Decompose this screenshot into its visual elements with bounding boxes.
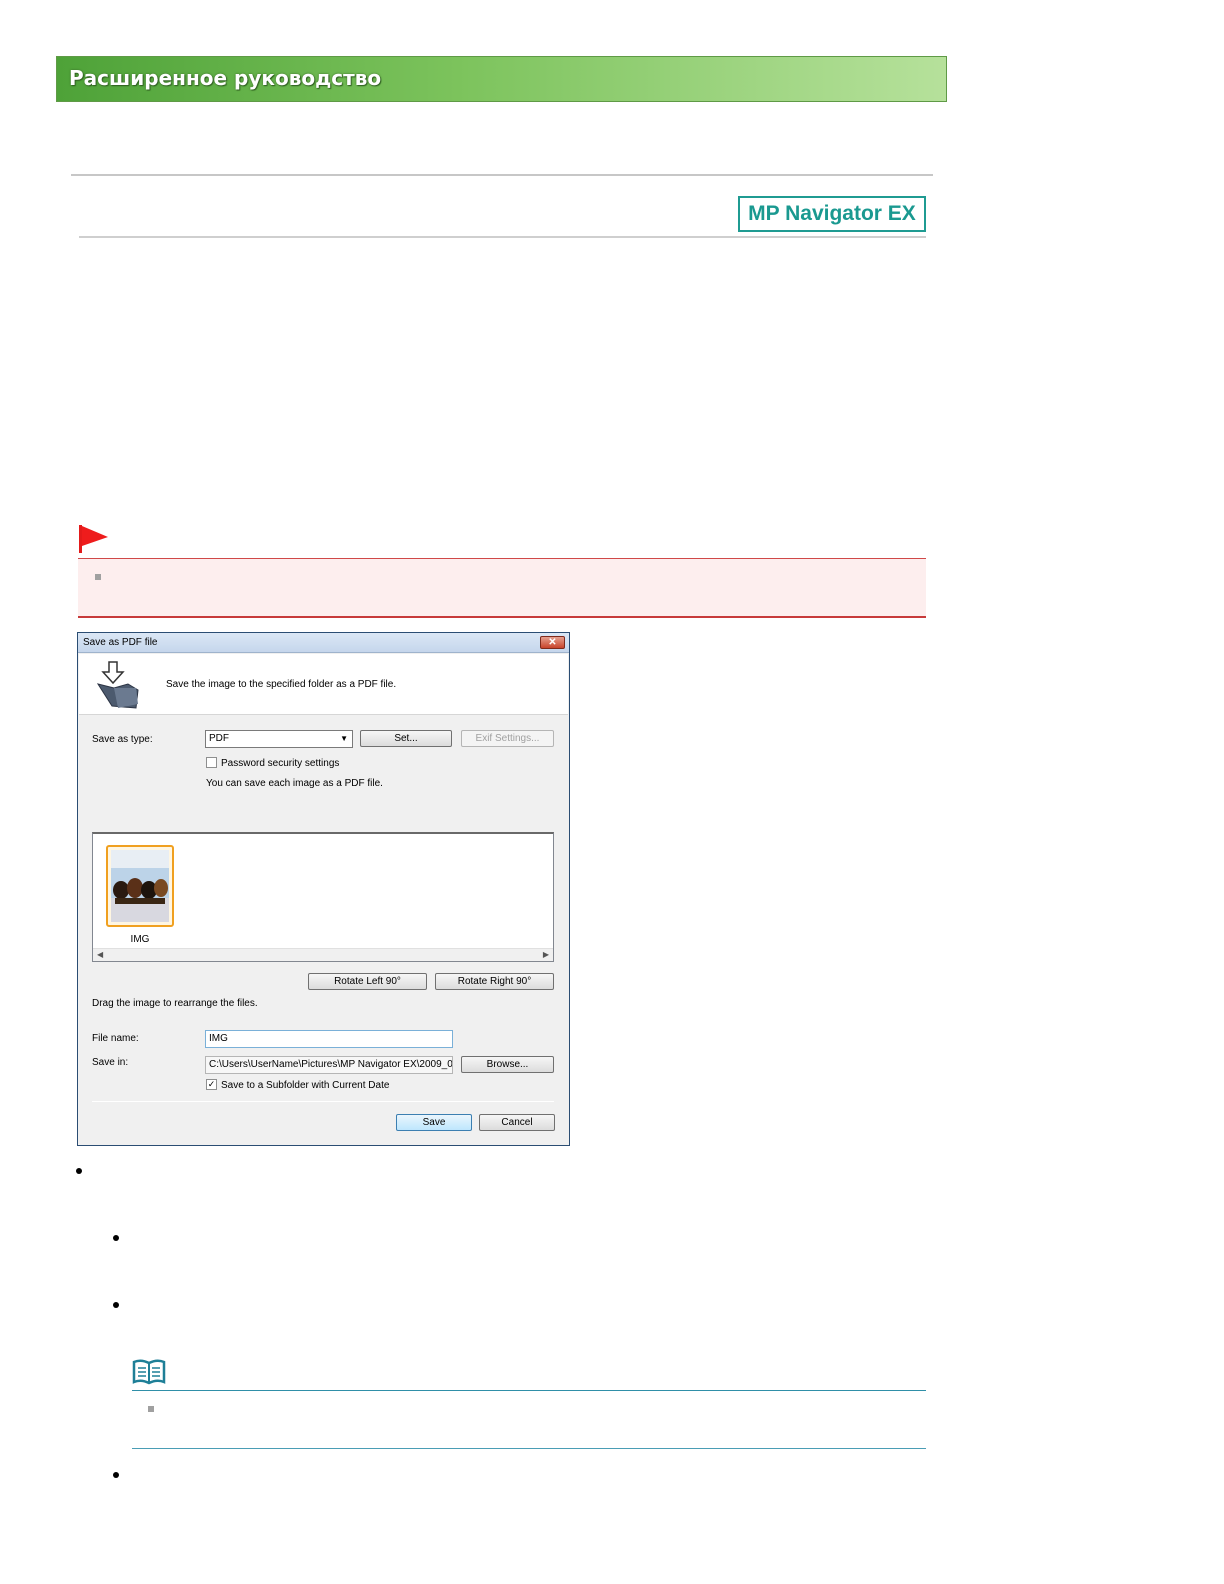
list-bullet-icon bbox=[76, 1168, 82, 1174]
rotate-left-button[interactable]: Rotate Left 90° bbox=[308, 973, 427, 990]
save-folder-icon bbox=[96, 661, 139, 709]
note-divider-top bbox=[132, 1390, 926, 1391]
chevron-down-icon: ▼ bbox=[340, 734, 348, 743]
image-thumbnail[interactable] bbox=[106, 845, 174, 927]
list-bullet-icon bbox=[113, 1235, 119, 1241]
rotate-right-button[interactable]: Rotate Right 90° bbox=[435, 973, 554, 990]
photo-icon bbox=[111, 850, 169, 922]
product-logo: MP Navigator EX bbox=[738, 196, 926, 232]
header-divider-bottom bbox=[79, 236, 926, 238]
file-name-input[interactable]: IMG bbox=[205, 1030, 453, 1048]
subfolder-checkbox[interactable]: ✓ bbox=[206, 1079, 217, 1090]
save-as-type-select[interactable]: PDF ▼ bbox=[205, 730, 353, 748]
drag-hint: Drag the image to rearrange the files. bbox=[92, 998, 258, 1009]
cancel-button[interactable]: Cancel bbox=[479, 1114, 555, 1131]
save-in-label: Save in: bbox=[92, 1057, 129, 1068]
set-button[interactable]: Set... bbox=[360, 730, 452, 747]
save-as-type-value: PDF bbox=[209, 733, 229, 744]
dialog-title: Save as PDF file bbox=[83, 637, 158, 648]
info-text: You can save each image as a PDF file. bbox=[206, 778, 383, 789]
note-divider-bottom bbox=[132, 1448, 926, 1449]
password-checkbox[interactable] bbox=[206, 757, 217, 768]
list-bullet-icon bbox=[113, 1302, 119, 1308]
save-in-path: C:\Users\UserName\Pictures\MP Navigator … bbox=[205, 1056, 453, 1074]
important-flag-icon bbox=[79, 525, 108, 553]
manual-banner: Расширенное руководство bbox=[56, 56, 947, 102]
exif-settings-button[interactable]: Exif Settings... bbox=[461, 730, 554, 747]
header-divider-top bbox=[71, 174, 933, 176]
close-button[interactable]: ✕ bbox=[540, 636, 565, 649]
file-name-label: File name: bbox=[92, 1033, 139, 1044]
dialog-titlebar: Save as PDF file ✕ bbox=[78, 633, 569, 653]
notice-bullet-icon bbox=[95, 574, 101, 580]
note-bullet-icon bbox=[148, 1406, 154, 1412]
save-button[interactable]: Save bbox=[396, 1114, 472, 1131]
dialog-header: Save the image to the specified folder a… bbox=[79, 654, 568, 715]
save-as-type-label: Save as type: bbox=[92, 734, 153, 745]
thumbnail-label: IMG bbox=[130, 934, 150, 945]
dogs-photo bbox=[111, 850, 169, 922]
browse-button[interactable]: Browse... bbox=[461, 1056, 554, 1073]
banner-title: Расширенное руководство bbox=[69, 66, 382, 90]
save-as-pdf-dialog: Save as PDF file ✕ Save the image to the… bbox=[77, 632, 570, 1146]
note-book-icon bbox=[132, 1359, 166, 1385]
list-bullet-icon bbox=[113, 1472, 119, 1478]
checkmark-icon: ✓ bbox=[207, 1079, 216, 1089]
horizontal-scrollbar[interactable]: ◀ ▶ bbox=[93, 948, 553, 961]
dialog-divider bbox=[92, 1101, 554, 1102]
close-icon: ✕ bbox=[548, 637, 557, 648]
scroll-right-icon[interactable]: ▶ bbox=[543, 950, 549, 959]
subfolder-checkbox-label: Save to a Subfolder with Current Date bbox=[221, 1080, 390, 1091]
password-checkbox-label: Password security settings bbox=[221, 758, 340, 769]
image-file-list[interactable]: IMG ◀ ▶ bbox=[92, 832, 554, 962]
dialog-description: Save the image to the specified folder a… bbox=[166, 679, 397, 690]
scroll-left-icon[interactable]: ◀ bbox=[97, 950, 103, 959]
important-notice-box bbox=[78, 558, 926, 618]
